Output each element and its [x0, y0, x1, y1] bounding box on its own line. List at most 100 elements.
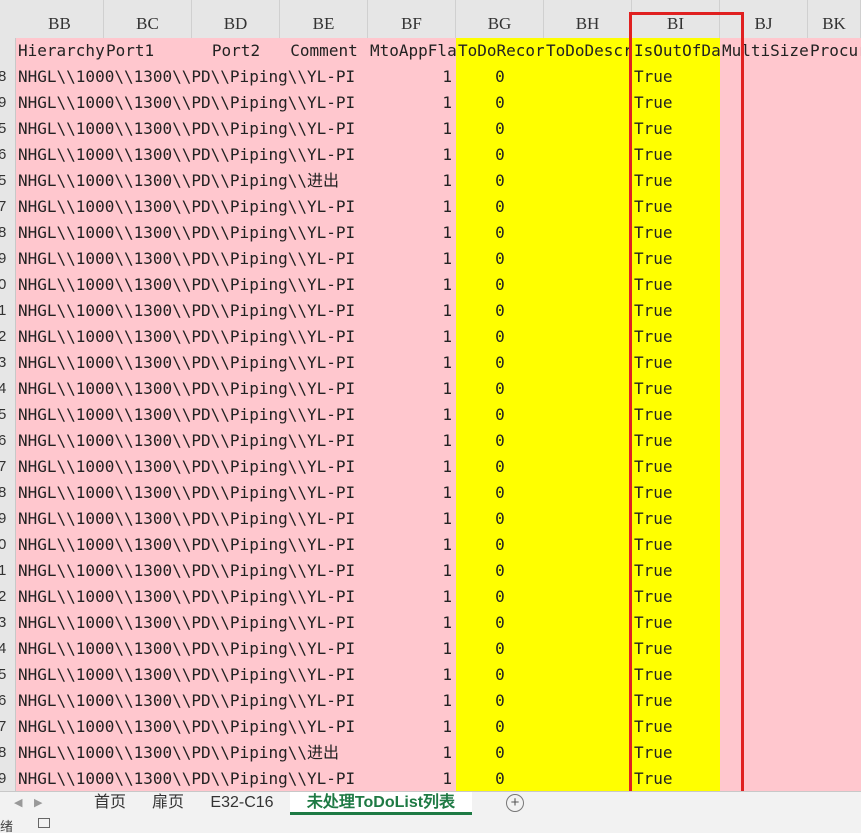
cell-mtoappflag[interactable]: 1 [368, 116, 456, 142]
column-header-bk[interactable]: BK [808, 0, 861, 38]
cell-tododescription[interactable] [544, 402, 632, 428]
cell-hierarchy[interactable]: NHGL\\1000\\1300\\PD\\Piping\\YL-PI [16, 662, 368, 688]
cell-tododescription[interactable] [544, 610, 632, 636]
cell-tododescription[interactable] [544, 558, 632, 584]
cell-multisize[interactable] [720, 64, 808, 90]
cell-tododescription[interactable] [544, 142, 632, 168]
cell-tododescription[interactable] [544, 428, 632, 454]
cell-hierarchy[interactable]: NHGL\\1000\\1300\\PD\\Piping\\YL-PI [16, 584, 368, 610]
cell-isoutofdate[interactable]: True [632, 610, 720, 636]
cell-isoutofdate[interactable]: True [632, 116, 720, 142]
cell-hierarchy[interactable]: NHGL\\1000\\1300\\PD\\Piping\\YL-PI [16, 480, 368, 506]
row-number[interactable]: 5 [0, 168, 6, 194]
cell-isoutofdate[interactable]: True [632, 740, 720, 766]
cell-todorecord[interactable]: 0 [456, 350, 544, 376]
cell-multisize[interactable] [720, 298, 808, 324]
cell-procurement[interactable] [808, 558, 861, 584]
cell-mtoappflag[interactable]: 1 [368, 428, 456, 454]
cell-tododescription[interactable] [544, 324, 632, 350]
cell-mtoappflag[interactable]: 1 [368, 142, 456, 168]
cell-hierarchy[interactable]: NHGL\\1000\\1300\\PD\\Piping\\YL-PI [16, 90, 368, 116]
header-cell-bk[interactable]: Procurement [808, 38, 861, 64]
row-number[interactable]: 4 [0, 636, 6, 662]
cell-isoutofdate[interactable]: True [632, 350, 720, 376]
cell-isoutofdate[interactable]: True [632, 766, 720, 792]
cell-multisize[interactable] [720, 194, 808, 220]
row-number[interactable]: 6 [0, 428, 6, 454]
cell-mtoappflag[interactable]: 1 [368, 584, 456, 610]
cell-multisize[interactable] [720, 142, 808, 168]
cell-todorecord[interactable]: 0 [456, 168, 544, 194]
cell-todorecord[interactable]: 0 [456, 584, 544, 610]
cell-procurement[interactable] [808, 428, 861, 454]
cell-hierarchy[interactable]: NHGL\\1000\\1300\\PD\\Piping\\YL-PI [16, 298, 368, 324]
macro-record-icon[interactable] [38, 818, 50, 828]
row-number[interactable]: 8 [0, 480, 6, 506]
cell-hierarchy[interactable]: NHGL\\1000\\1300\\PD\\Piping\\YL-PI [16, 142, 368, 168]
cell-multisize[interactable] [720, 662, 808, 688]
cell-tododescription[interactable] [544, 116, 632, 142]
tab-scroll-left-icon[interactable]: ◀ [14, 792, 22, 814]
cell-multisize[interactable] [720, 714, 808, 740]
cell-todorecord[interactable]: 0 [456, 194, 544, 220]
cell-mtoappflag[interactable]: 1 [368, 506, 456, 532]
cell-tododescription[interactable] [544, 636, 632, 662]
cell-procurement[interactable] [808, 610, 861, 636]
cell-mtoappflag[interactable]: 1 [368, 90, 456, 116]
cell-mtoappflag[interactable]: 1 [368, 766, 456, 792]
header-cell-bd[interactable]: Port2 [192, 38, 280, 64]
cell-todorecord[interactable]: 0 [456, 558, 544, 584]
sheet-tab-todolist[interactable]: 未处理ToDoList列表 [290, 792, 472, 815]
cell-procurement[interactable] [808, 688, 861, 714]
column-header-bj[interactable]: BJ [720, 0, 808, 38]
cell-multisize[interactable] [720, 168, 808, 194]
header-cell-be[interactable]: Comment [280, 38, 368, 64]
cell-todorecord[interactable]: 0 [456, 116, 544, 142]
cell-multisize[interactable] [720, 584, 808, 610]
cell-todorecord[interactable]: 0 [456, 480, 544, 506]
row-number[interactable]: 0 [0, 272, 6, 298]
cell-isoutofdate[interactable]: True [632, 220, 720, 246]
cell-isoutofdate[interactable]: True [632, 298, 720, 324]
cell-hierarchy[interactable]: NHGL\\1000\\1300\\PD\\Piping\\YL-PI [16, 688, 368, 714]
cell-procurement[interactable] [808, 740, 861, 766]
row-number[interactable]: 5 [0, 662, 6, 688]
cell-todorecord[interactable]: 0 [456, 64, 544, 90]
cell-hierarchy[interactable]: NHGL\\1000\\1300\\PD\\Piping\\YL-PI [16, 454, 368, 480]
row-number[interactable]: 5 [0, 116, 6, 142]
cell-mtoappflag[interactable]: 1 [368, 376, 456, 402]
cell-mtoappflag[interactable]: 1 [368, 194, 456, 220]
cell-tododescription[interactable] [544, 480, 632, 506]
sheet-tab-home[interactable]: 首页 [82, 792, 138, 814]
cell-hierarchy[interactable]: NHGL\\1000\\1300\\PD\\Piping\\YL-PI [16, 194, 368, 220]
cell-mtoappflag[interactable]: 1 [368, 402, 456, 428]
cell-procurement[interactable] [808, 142, 861, 168]
cell-procurement[interactable] [808, 480, 861, 506]
cell-procurement[interactable] [808, 584, 861, 610]
cell-tododescription[interactable] [544, 350, 632, 376]
cell-tododescription[interactable] [544, 584, 632, 610]
cell-procurement[interactable] [808, 454, 861, 480]
cell-tododescription[interactable] [544, 64, 632, 90]
cell-tododescription[interactable] [544, 532, 632, 558]
cell-isoutofdate[interactable]: True [632, 584, 720, 610]
cell-hierarchy[interactable]: NHGL\\1000\\1300\\PD\\Piping\\YL-PI [16, 220, 368, 246]
cell-mtoappflag[interactable]: 1 [368, 714, 456, 740]
row-number[interactable]: 2 [0, 324, 6, 350]
cell-mtoappflag[interactable]: 1 [368, 350, 456, 376]
column-header-bf[interactable]: BF [368, 0, 456, 38]
sheet-tab-title-page[interactable]: 扉页 [140, 792, 196, 814]
cell-todorecord[interactable]: 0 [456, 376, 544, 402]
plus-circle-icon[interactable]: + [506, 794, 524, 812]
cell-multisize[interactable] [720, 532, 808, 558]
cell-procurement[interactable] [808, 194, 861, 220]
row-number[interactable]: 0 [0, 532, 6, 558]
tab-scroll-right-icon[interactable]: ▶ [34, 792, 42, 814]
cell-procurement[interactable] [808, 350, 861, 376]
cell-isoutofdate[interactable]: True [632, 688, 720, 714]
cell-procurement[interactable] [808, 376, 861, 402]
cell-multisize[interactable] [720, 350, 808, 376]
cell-todorecord[interactable]: 0 [456, 636, 544, 662]
row-number[interactable]: 3 [0, 610, 6, 636]
cell-todorecord[interactable]: 0 [456, 220, 544, 246]
